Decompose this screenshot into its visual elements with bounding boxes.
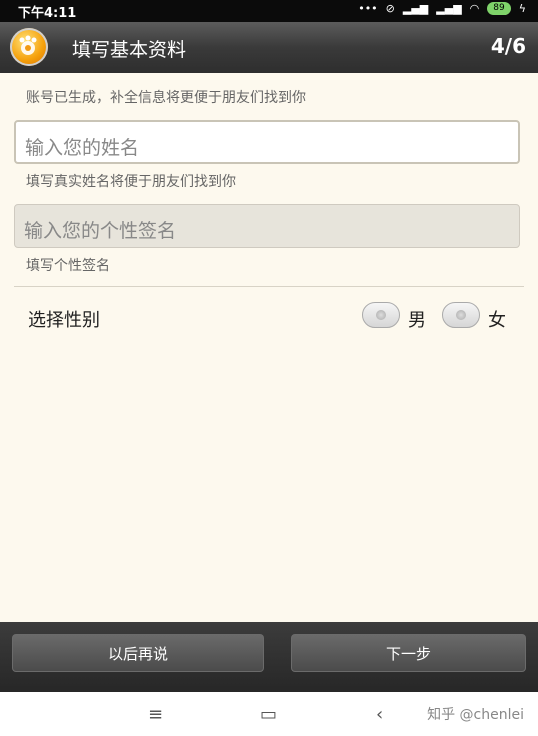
- signature-input[interactable]: 输入您的个性签名: [14, 204, 520, 248]
- female-label: 女: [488, 310, 506, 331]
- page-title: 填写基本资料: [72, 39, 187, 61]
- divider: [14, 286, 524, 287]
- charging-icon: ϟ: [518, 2, 526, 15]
- status-bar: 下午4:11 ••• ⊘ ▂▄▆ ▂▄▆ ◠ 89 ϟ: [0, 0, 538, 22]
- female-radio[interactable]: [442, 302, 480, 328]
- account-hint: 账号已生成，补全信息将更便于朋友们找到你: [26, 90, 306, 106]
- status-icons: ••• ⊘ ▂▄▆ ▂▄▆ ◠ 89 ϟ: [358, 2, 526, 15]
- gender-label: 选择性别: [28, 310, 100, 331]
- male-radio[interactable]: [362, 302, 400, 328]
- battery-icon: 89: [487, 2, 511, 15]
- name-input[interactable]: 输入您的姓名: [14, 120, 520, 164]
- signature-hint: 填写个性签名: [26, 258, 110, 274]
- signal-dots: •••: [358, 2, 378, 15]
- status-time: 下午4:11: [18, 6, 77, 21]
- wifi-icon: ◠: [469, 2, 480, 15]
- mute-icon: ⊘: [385, 2, 395, 15]
- back-icon[interactable]: ‹: [376, 704, 383, 725]
- cell-signal-2-icon: ▂▄▆: [436, 2, 462, 15]
- bottom-action-bar: 以后再说 下一步: [0, 622, 538, 692]
- app-logo-icon: [10, 28, 48, 66]
- name-hint: 填写真实姓名将便于朋友们找到你: [26, 174, 236, 190]
- menu-icon[interactable]: ≡: [148, 704, 163, 725]
- step-indicator: 4/6: [490, 34, 526, 58]
- male-label: 男: [408, 310, 426, 331]
- later-button[interactable]: 以后再说: [12, 634, 264, 672]
- home-icon[interactable]: ▭: [260, 704, 277, 725]
- next-button[interactable]: 下一步: [291, 634, 526, 672]
- title-bar: 填写基本资料 4/6: [0, 22, 538, 73]
- cell-signal-icon: ▂▄▆: [402, 2, 429, 15]
- system-nav-bar: ≡ ▭ ‹ 知乎 @chenlei: [0, 692, 538, 736]
- watermark: 知乎 @chenlei: [427, 707, 524, 723]
